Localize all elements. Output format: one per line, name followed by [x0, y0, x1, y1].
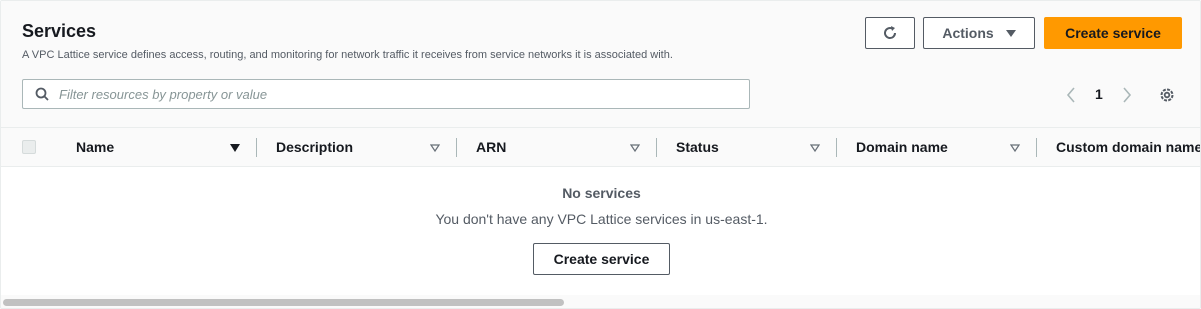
- current-page-number[interactable]: 1: [1095, 86, 1103, 102]
- column-header-custom-domain-name[interactable]: Custom domain name: [1056, 128, 1201, 166]
- column-header-arn[interactable]: ARN: [476, 128, 506, 166]
- sort-icon[interactable]: [1010, 143, 1020, 153]
- sort-icon[interactable]: [630, 143, 640, 153]
- column-header-name[interactable]: Name: [76, 128, 114, 166]
- refresh-button[interactable]: [865, 17, 915, 49]
- column-label: ARN: [476, 139, 507, 155]
- search-box[interactable]: [22, 79, 750, 109]
- chevron-right-icon: [1123, 87, 1132, 103]
- chevron-left-icon: [1066, 87, 1075, 103]
- next-page-button[interactable]: [1121, 85, 1137, 105]
- empty-state-title: No services: [562, 185, 641, 201]
- table-header: Name Description ARN Status Domain name: [1, 127, 1200, 167]
- column-label: Custom domain name: [1056, 139, 1201, 155]
- column-label: Status: [676, 139, 719, 155]
- caret-down-icon: [1005, 29, 1016, 37]
- panel-header: Services A VPC Lattice service defines a…: [1, 1, 1200, 127]
- column-divider: [836, 138, 837, 157]
- column-divider: [656, 138, 657, 157]
- column-divider: [456, 138, 457, 157]
- search-icon: [35, 87, 49, 101]
- column-header-status[interactable]: Status: [676, 128, 719, 166]
- column-divider: [256, 138, 257, 157]
- sort-descending-icon[interactable]: [230, 143, 240, 153]
- horizontal-scrollbar[interactable]: [1, 295, 1200, 308]
- empty-create-service-button[interactable]: Create service: [533, 243, 670, 275]
- select-all-checkbox[interactable]: [22, 140, 36, 154]
- actions-button[interactable]: Actions: [923, 17, 1035, 49]
- gear-icon[interactable]: [1158, 86, 1176, 104]
- column-label: Description: [276, 139, 354, 155]
- services-panel: Services A VPC Lattice service defines a…: [0, 0, 1201, 309]
- scrollbar-thumb[interactable]: [3, 299, 564, 306]
- column-header-domain-name[interactable]: Domain name: [856, 128, 948, 166]
- actions-label: Actions: [942, 25, 994, 41]
- page-title: Services: [22, 21, 97, 41]
- column-header-description[interactable]: Description: [276, 128, 353, 166]
- column-label: Domain name: [856, 139, 948, 155]
- empty-state-message: You don't have any VPC Lattice services …: [435, 211, 768, 227]
- create-service-button[interactable]: Create service: [1044, 17, 1182, 49]
- column-divider: [1036, 138, 1037, 157]
- refresh-icon: [884, 26, 897, 39]
- previous-page-button[interactable]: [1065, 85, 1081, 105]
- column-label: Name: [76, 139, 115, 155]
- sort-icon[interactable]: [810, 143, 820, 153]
- search-input[interactable]: [59, 86, 749, 102]
- sort-icon[interactable]: [430, 143, 440, 153]
- page-description: A VPC Lattice service defines access, ro…: [22, 49, 673, 61]
